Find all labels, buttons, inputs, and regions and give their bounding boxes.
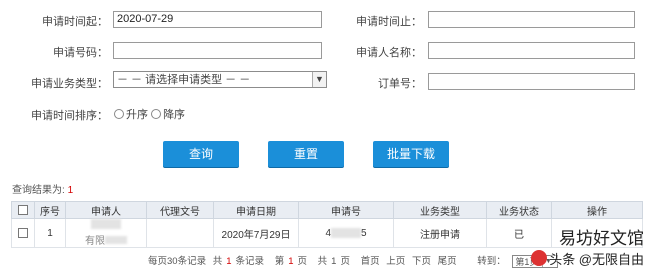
sort-asc-option[interactable]: 升序 bbox=[114, 109, 148, 121]
page-pre: 第 bbox=[274, 256, 285, 267]
query-button[interactable]: 查询 bbox=[163, 141, 239, 167]
row-index: 1 bbox=[34, 218, 66, 248]
start-time-label: 申请时间起： bbox=[42, 16, 108, 28]
sort-radio-group: 升序 降序 bbox=[114, 106, 185, 122]
total-pages: 共1页 bbox=[318, 256, 354, 267]
result-label: 查询结果为: bbox=[12, 185, 65, 196]
redacted-apply-no bbox=[331, 227, 361, 238]
watermark-sub: 头条 @无限自由 bbox=[531, 249, 644, 268]
biz-type-label: 申请业务类型： bbox=[31, 78, 108, 90]
total-post: 条记录 bbox=[235, 256, 265, 267]
goto-label: 转到： bbox=[477, 256, 506, 267]
pages-pre: 共 bbox=[317, 256, 328, 267]
header-index: 序号 bbox=[34, 201, 66, 219]
row-select[interactable] bbox=[11, 218, 35, 248]
applicant-label: 申请人名称： bbox=[356, 47, 422, 59]
page-number: 1 bbox=[288, 256, 294, 267]
end-time-input[interactable] bbox=[428, 11, 635, 28]
header-agent-no: 代理文号 bbox=[146, 201, 214, 219]
select-all-checkbox[interactable] bbox=[18, 204, 28, 215]
toutiao-logo-icon bbox=[531, 250, 548, 266]
total-pre: 共 bbox=[212, 256, 223, 267]
header-date: 申请日期 bbox=[213, 201, 299, 219]
watermark: 易坊好文馆 头条 @无限自由 bbox=[531, 224, 644, 268]
apply-no-input[interactable] bbox=[113, 42, 322, 59]
watermark-title: 易坊好文馆 bbox=[559, 229, 644, 248]
row-checkbox[interactable] bbox=[18, 227, 28, 238]
row-apply-no[interactable]: 45 bbox=[298, 218, 394, 248]
row-date: 2020年7月29日 bbox=[213, 218, 299, 248]
header-status: 业务状态 bbox=[486, 201, 552, 219]
header-action: 操作 bbox=[551, 201, 643, 219]
pagination: 每页30条记录 共 1 条记录 第1页 共1页 首页 上页 下页 尾页 转到： 第1… bbox=[148, 253, 562, 268]
batch-download-button[interactable]: 批量下载 bbox=[373, 141, 449, 167]
redacted-applicant-top bbox=[91, 219, 121, 229]
sort-label: 申请时间排序： bbox=[31, 110, 108, 122]
row-applicant-text: 有限 bbox=[85, 236, 105, 247]
pages-number: 1 bbox=[331, 256, 337, 267]
biz-type-select[interactable]: － － 请选择申请类型 － － ▼ bbox=[113, 71, 327, 88]
applicant-input[interactable] bbox=[428, 42, 635, 59]
header-apply-no: 申请号 bbox=[298, 201, 394, 219]
first-page-link[interactable]: 首页 bbox=[361, 256, 380, 267]
last-page-link[interactable]: 尾页 bbox=[438, 256, 457, 267]
total-records: 共 1 条记录 bbox=[213, 256, 268, 267]
header-select-all[interactable] bbox=[11, 201, 35, 219]
header-biz-type: 业务类型 bbox=[393, 201, 487, 219]
per-page-text: 每页30条记录 bbox=[148, 256, 207, 267]
row-apply-no-end: 5 bbox=[361, 227, 367, 239]
pages-post: 页 bbox=[340, 256, 350, 267]
header-applicant: 申请人 bbox=[65, 201, 147, 219]
result-count: 查询结果为: 1 bbox=[12, 181, 73, 196]
next-page-link[interactable]: 下页 bbox=[412, 256, 431, 267]
prev-page-link[interactable]: 上页 bbox=[386, 256, 405, 267]
row-biz-type: 注册申请 bbox=[393, 218, 487, 248]
current-page: 第1页 bbox=[275, 256, 311, 267]
order-no-input[interactable] bbox=[428, 73, 635, 90]
table-header-row: 序号 申请人 代理文号 申请日期 申请号 业务类型 业务状态 操作 bbox=[11, 201, 643, 219]
radio-asc[interactable] bbox=[114, 109, 124, 119]
redacted-applicant-tail bbox=[105, 236, 127, 244]
apply-no-label: 申请号码： bbox=[53, 47, 108, 59]
sort-desc-label: 降序 bbox=[163, 109, 186, 121]
biz-type-selected: － － 请选择申请类型 － － bbox=[117, 74, 251, 86]
order-no-label: 订单号： bbox=[378, 78, 422, 90]
start-time-input[interactable]: 2020-07-29 bbox=[113, 11, 322, 28]
chevron-down-icon: ▼ bbox=[312, 72, 326, 87]
page-post: 页 bbox=[297, 256, 308, 267]
result-number: 1 bbox=[67, 185, 74, 196]
row-applicant: 有限 bbox=[65, 218, 147, 248]
sort-desc-option[interactable]: 降序 bbox=[151, 109, 185, 121]
reset-button[interactable]: 重置 bbox=[268, 141, 344, 167]
total-number: 1 bbox=[226, 256, 232, 267]
watermark-sub-text: 头条 @无限自由 bbox=[549, 252, 644, 267]
sort-asc-label: 升序 bbox=[126, 109, 148, 121]
end-time-label: 申请时间止： bbox=[356, 16, 422, 28]
radio-desc[interactable] bbox=[151, 109, 162, 119]
row-agent-no bbox=[146, 218, 214, 248]
